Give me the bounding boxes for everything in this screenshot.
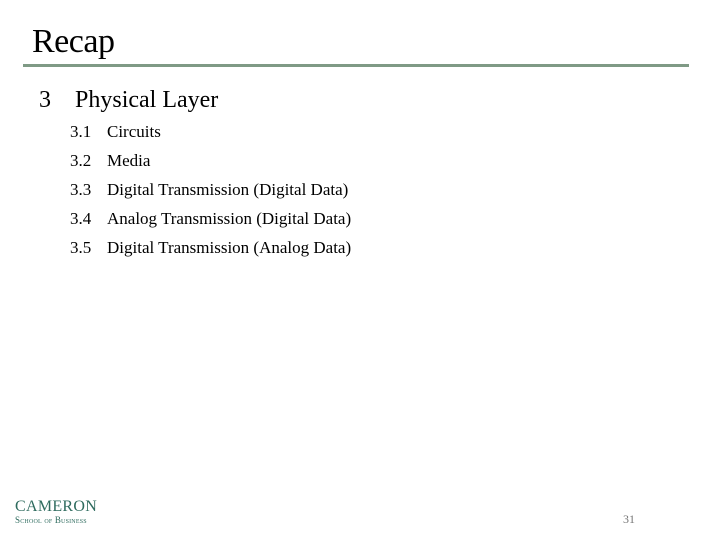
logo-subtitle: School of Business	[15, 515, 87, 525]
list-item: 3.5 Digital Transmission (Analog Data)	[70, 237, 351, 266]
cameron-logo: CAMERON School of Business	[15, 498, 98, 526]
slide-title: Recap	[32, 23, 115, 60]
item-number: 3.3	[70, 180, 92, 199]
list-item: 3.1 Circuits	[70, 121, 351, 150]
item-label: Media	[107, 151, 151, 170]
list-item: 3.3 Digital Transmission (Digital Data)	[70, 179, 351, 208]
section-heading: 3 Physical Layer	[39, 86, 218, 114]
title-divider	[23, 64, 689, 67]
item-number: 3.5	[70, 238, 92, 257]
subsection-list: 3.1 Circuits 3.2 Media 3.3 Digital Trans…	[70, 121, 351, 266]
item-label: Digital Transmission (Analog Data)	[107, 238, 352, 257]
section-number: 3	[39, 87, 51, 113]
item-number: 3.2	[70, 151, 92, 170]
logo-name: CAMERON	[15, 498, 98, 515]
item-number: 3.1	[70, 122, 92, 141]
item-label: Circuits	[107, 122, 161, 141]
item-number: 3.4	[70, 209, 92, 228]
page-number: 31	[623, 512, 635, 526]
list-item: 3.4 Analog Transmission (Digital Data)	[70, 208, 351, 237]
item-label: Analog Transmission (Digital Data)	[107, 209, 352, 228]
item-label: Digital Transmission (Digital Data)	[107, 180, 349, 199]
list-item: 3.2 Media	[70, 150, 351, 179]
section-label: Physical Layer	[75, 87, 219, 113]
